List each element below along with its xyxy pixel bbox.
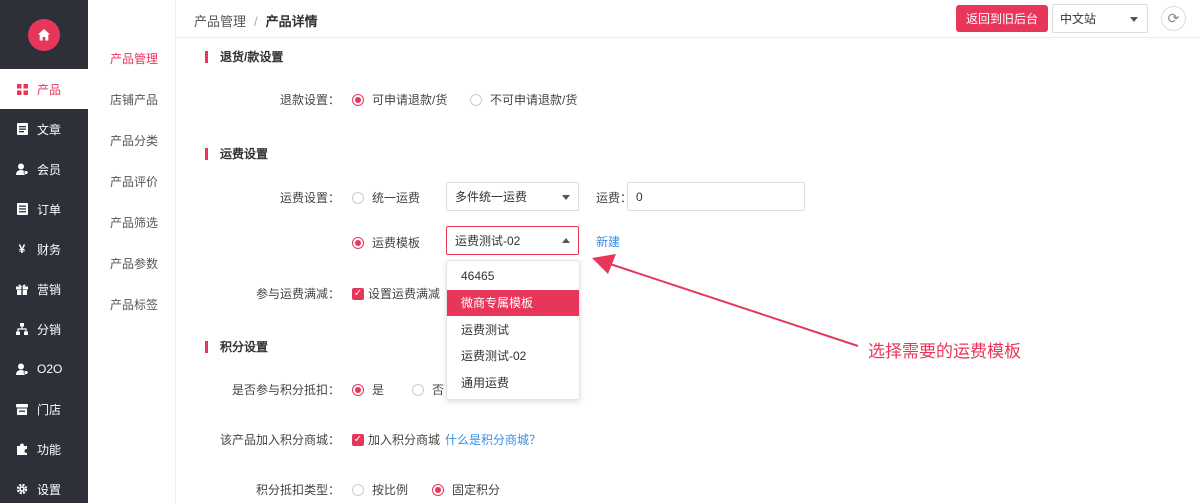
sidebar-item-article[interactable]: 文章 <box>0 109 88 149</box>
breadcrumb: 产品管理 / 产品详情 <box>194 11 318 30</box>
sidebar-item-function[interactable]: 功能 <box>0 429 88 469</box>
home-logo[interactable] <box>28 18 60 51</box>
sidebar-item-settings[interactable]: 设置 <box>0 469 88 503</box>
sidebar-item-label: 功能 <box>37 442 62 457</box>
site-language-select[interactable]: 中文站 <box>1052 4 1148 33</box>
breadcrumb-current: 产品详情 <box>265 14 318 29</box>
puzzle-icon <box>16 443 28 455</box>
list-icon <box>16 203 28 215</box>
sidebar-item-label: O2O <box>37 362 63 376</box>
back-to-old-admin-button[interactable]: 返回到旧后台 <box>956 5 1048 32</box>
breadcrumb-separator: / <box>254 14 258 29</box>
chevron-down-icon <box>1130 17 1138 22</box>
main-sidebar: 产品 文章 会员 订单 ¥ 财务 营销 分销 O2O 门店 功能 设置 <box>0 0 88 503</box>
sidebar-item-marketing[interactable]: 营销 <box>0 269 88 309</box>
logo-area <box>0 0 88 69</box>
sidebar-item-distribution[interactable]: 分销 <box>0 309 88 349</box>
sidebar-item-member[interactable]: 会员 <box>0 149 88 189</box>
site-select-value: 中文站 <box>1060 12 1097 26</box>
submenu-item-product-params[interactable]: 产品参数 <box>88 243 175 284</box>
gift-icon <box>16 283 28 295</box>
sidebar-item-label: 门店 <box>37 402 62 417</box>
document-icon <box>16 123 28 135</box>
sidebar-item-label: 订单 <box>37 202 62 217</box>
submenu-item-product-category[interactable]: 产品分类 <box>88 120 175 161</box>
product-submenu: 产品管理 店铺产品 产品分类 产品评价 产品筛选 产品参数 产品标签 <box>88 0 176 503</box>
sidebar-item-finance[interactable]: ¥ 财务 <box>0 229 88 269</box>
annotation-arrow <box>592 254 859 347</box>
sidebar-item-store[interactable]: 门店 <box>0 389 88 429</box>
sidebar-item-label: 营销 <box>37 282 62 297</box>
annotation-text: 选择需要的运费模板 <box>868 342 1021 361</box>
sidebar-item-o2o[interactable]: O2O <box>0 349 88 389</box>
home-icon <box>38 28 50 40</box>
user-icon <box>16 363 28 375</box>
sidebar-item-order[interactable]: 订单 <box>0 189 88 229</box>
sidebar-item-label: 文章 <box>37 122 62 137</box>
user-icon <box>16 163 28 175</box>
product-detail-form: 退货/款设置 退款设置： 可申请退款/货 不可申请退款/货 运费设置 运费设置：… <box>176 38 1200 503</box>
submenu-item-product-filter[interactable]: 产品筛选 <box>88 202 175 243</box>
store-icon <box>16 403 28 415</box>
submenu-item-store-product[interactable]: 店铺产品 <box>88 79 175 120</box>
top-header: 产品管理 / 产品详情 返回到旧后台 中文站 ⟳ <box>176 0 1200 38</box>
gear-icon <box>16 483 28 495</box>
network-icon <box>16 323 28 335</box>
sidebar-item-label: 分销 <box>37 322 62 337</box>
sidebar-item-label: 会员 <box>37 162 62 177</box>
sidebar-item-label: 设置 <box>37 482 62 497</box>
submenu-item-product-tags[interactable]: 产品标签 <box>88 284 175 325</box>
sidebar-item-product[interactable]: 产品 <box>0 69 88 109</box>
refresh-button[interactable]: ⟳ <box>1161 6 1186 31</box>
submenu-item-product-review[interactable]: 产品评价 <box>88 161 175 202</box>
grid-icon <box>16 83 28 95</box>
sidebar-item-label: 财务 <box>37 242 62 257</box>
breadcrumb-parent[interactable]: 产品管理 <box>194 14 246 29</box>
yen-icon: ¥ <box>18 242 26 256</box>
submenu-item-product-manage[interactable]: 产品管理 <box>88 38 175 79</box>
sidebar-item-label: 产品 <box>37 82 62 97</box>
refresh-icon: ⟳ <box>1167 10 1180 26</box>
